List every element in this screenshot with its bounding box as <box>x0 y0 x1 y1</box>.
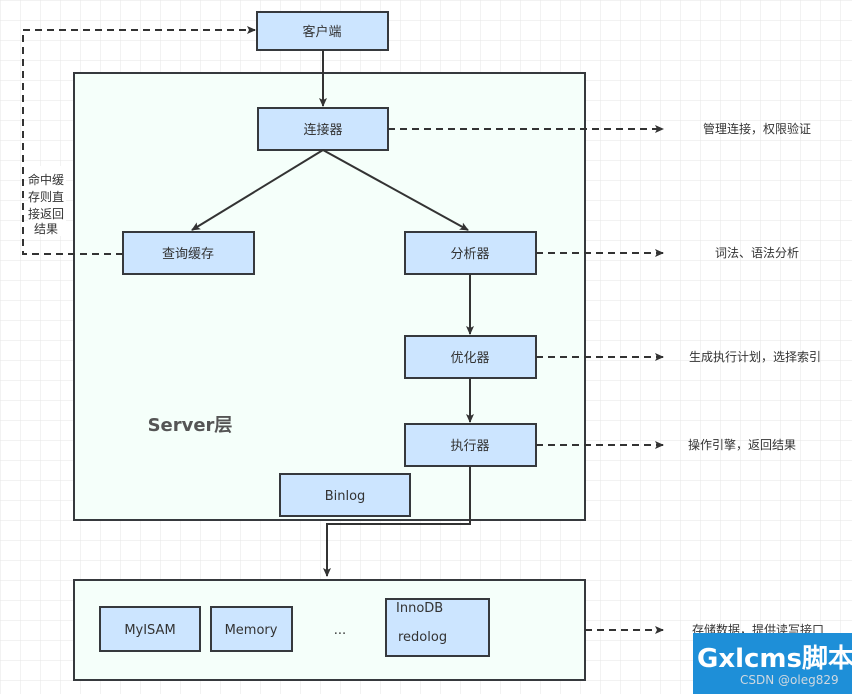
binlog-label: Binlog <box>325 489 366 504</box>
redolog-label: redolog <box>398 630 447 645</box>
query-cache-label: 查询缓存 <box>162 247 214 262</box>
cache-hit-note-line3: 接返回 <box>28 206 64 221</box>
optimizer-label: 优化器 <box>450 351 489 366</box>
watermark-credit: CSDN @oleg829 <box>740 673 839 687</box>
memory-label: Memory <box>225 623 278 638</box>
connector-note: 管理连接，权限验证 <box>703 121 811 136</box>
myisam-label: MyISAM <box>124 623 175 638</box>
watermark: Gxlcms脚本 CSDN @oleg829 <box>693 633 852 694</box>
optimizer-note: 生成执行计划，选择索引 <box>689 350 821 364</box>
cache-hit-note-line4: 结果 <box>34 222 58 236</box>
watermark-brand: Gxlcms脚本 <box>697 644 852 674</box>
server-layer-label: Server层 <box>148 415 233 436</box>
cache-hit-note-line1: 命中缓 <box>28 172 64 187</box>
cache-hit-note-line2: 存则直 <box>28 190 64 204</box>
executor-label: 执行器 <box>450 439 489 454</box>
connector-label: 连接器 <box>303 122 342 138</box>
analyzer-note: 词法、语法分析 <box>715 246 799 260</box>
client-label: 客户端 <box>302 24 341 40</box>
mysql-architecture-diagram: Server层 客户端 连接器 查询缓存 分析器 优化器 执行器 Binlog … <box>0 0 852 694</box>
innodb-label: InnoDB <box>396 601 443 616</box>
executor-note: 操作引擎，返回结果 <box>688 437 796 452</box>
ellipsis-label: ... <box>334 623 346 638</box>
analyzer-label: 分析器 <box>450 247 489 262</box>
